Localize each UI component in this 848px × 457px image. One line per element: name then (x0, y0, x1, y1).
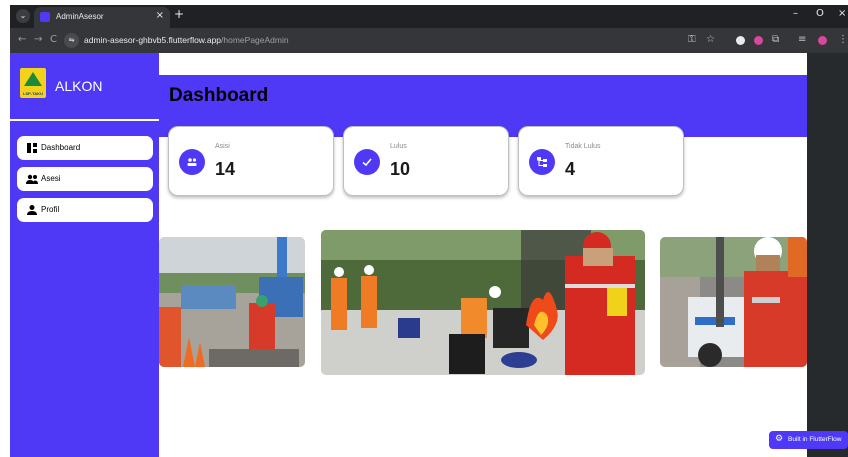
extension-icon[interactable] (736, 36, 745, 45)
side-panel (807, 53, 848, 457)
carousel-photo-inspection (660, 237, 807, 367)
extensions-icon[interactable]: ⧉ (772, 34, 779, 45)
media-control-icon[interactable]: ≡ (798, 34, 806, 45)
window-maximize-button[interactable]: O (816, 8, 824, 19)
carousel-photo-fire-training (321, 230, 645, 375)
sidebar-item-label: Asesi (41, 174, 61, 183)
tree-icon (529, 149, 555, 175)
stat-label: Lulus (390, 143, 407, 150)
tab-search-button[interactable]: ⌄ (16, 9, 30, 23)
address-bar[interactable]: admin-asesor-ghbvb5.flutterflow.app/home… (84, 35, 289, 45)
reload-icon[interactable]: C (50, 34, 57, 45)
sidebar: LSP-TAKU ALKON Dashboard Asesi Profil (10, 53, 159, 457)
browser-tab[interactable]: AdminAsesor × (34, 7, 170, 28)
sidebar-divider (10, 119, 159, 121)
sidebar-item-label: Dashboard (41, 143, 81, 152)
app-logo: LSP-TAKU (20, 68, 46, 98)
page-title: Dashboard (169, 85, 269, 106)
top-strip (159, 53, 807, 75)
tab-close-icon[interactable]: × (156, 10, 164, 21)
bookmark-star-icon[interactable]: ☆ (706, 34, 715, 45)
sidebar-item-label: Profil (41, 205, 60, 214)
browser-tab-bar: ⌄ AdminAsesor × + – O × (10, 5, 848, 28)
dashboard-icon (27, 143, 37, 153)
stat-card-lulus[interactable]: Lulus 10 (343, 126, 509, 196)
url-host: admin-asesor-ghbvb5.flutterflow.app (84, 35, 222, 45)
profile-avatar[interactable] (818, 36, 827, 45)
stat-card-asisi[interactable]: Asisi 14 (168, 126, 334, 196)
check-icon (354, 149, 380, 175)
stat-value: 14 (215, 159, 236, 179)
badge-label: Built in FlutterFlow (788, 436, 842, 443)
logo-triangle-icon (24, 72, 42, 86)
stat-label: Tidak Lulus (565, 143, 601, 150)
carousel-photo-worksite (159, 237, 305, 367)
back-icon[interactable]: ← (18, 34, 26, 45)
screen: ⌄ AdminAsesor × + – O × ← → C ⇋ admin-as… (0, 0, 848, 457)
browser-menu-icon[interactable]: ⋮ (838, 34, 848, 45)
person-icon (27, 205, 37, 215)
new-tab-button[interactable]: + (174, 7, 184, 21)
people-icon (26, 174, 38, 184)
tab-title: AdminAsesor (56, 12, 104, 21)
photo-carousel[interactable] (159, 230, 807, 375)
sidebar-item-dashboard[interactable]: Dashboard (17, 136, 153, 160)
group-icon (179, 149, 205, 175)
browser-toolbar: ← → C ⇋ admin-asesor-ghbvb5.flutterflow.… (10, 28, 848, 53)
password-key-icon[interactable]: ⚿ (688, 34, 696, 45)
stat-label: Asisi (215, 143, 230, 150)
stat-card-tidak-lulus[interactable]: Tidak Lulus 4 (518, 126, 684, 196)
tab-favicon-icon (40, 12, 50, 22)
sidebar-item-asesi[interactable]: Asesi (17, 167, 153, 191)
built-in-flutterflow-badge[interactable]: ⚙ Built in FlutterFlow (769, 431, 848, 449)
sidebar-item-profil[interactable]: Profil (17, 198, 153, 222)
logo-text: LSP-TAKU (23, 91, 43, 96)
stat-value: 4 (565, 159, 576, 179)
site-info-icon[interactable]: ⇋ (64, 33, 79, 48)
extension-icon[interactable] (754, 36, 763, 45)
stat-value: 10 (390, 159, 411, 179)
window-close-button[interactable]: × (838, 8, 846, 19)
flutterflow-icon: ⚙ (775, 434, 784, 444)
brand-name: ALKON (55, 78, 103, 94)
window-minimize-button[interactable]: – (793, 8, 798, 19)
url-path: /homePageAdmin (221, 35, 289, 45)
forward-icon[interactable]: → (34, 34, 42, 45)
